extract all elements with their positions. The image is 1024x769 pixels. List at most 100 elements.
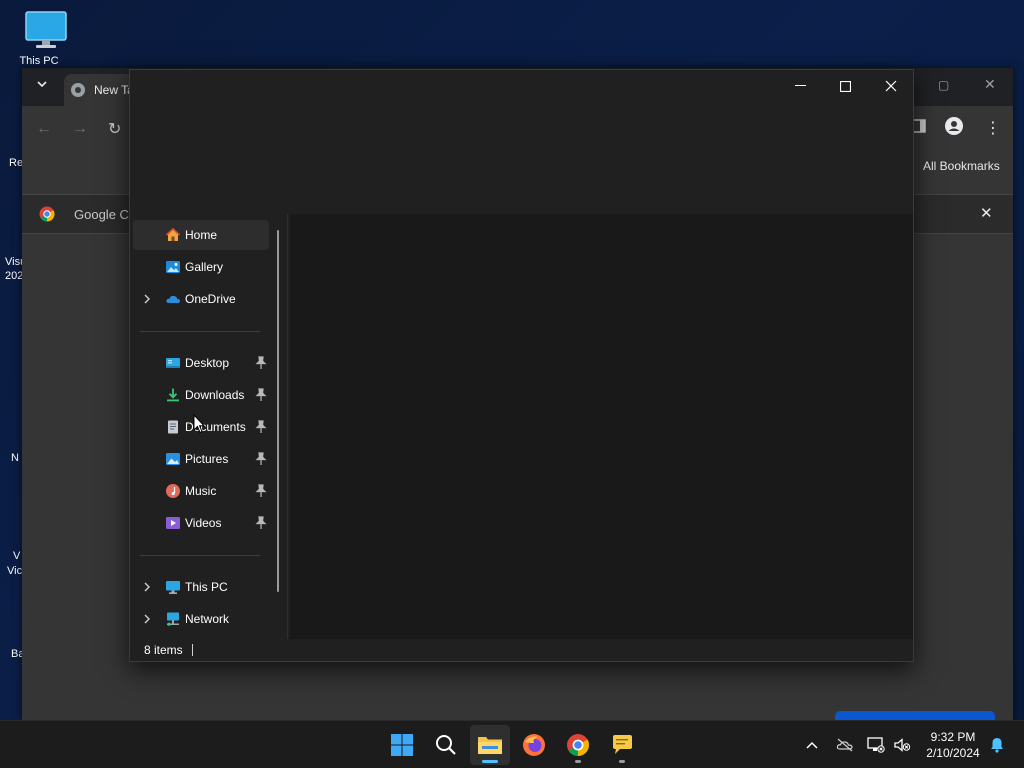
chrome-logo-icon xyxy=(39,206,55,222)
running-indicator xyxy=(482,760,498,763)
running-indicator xyxy=(619,760,625,763)
forward-arrow-icon[interactable]: → xyxy=(72,120,88,138)
minimize-button[interactable] xyxy=(777,70,823,102)
pane-divider[interactable] xyxy=(287,214,288,641)
nav-separator xyxy=(140,331,260,332)
nav-item-label: Gallery xyxy=(185,260,224,274)
infobar-close-icon[interactable]: ✕ xyxy=(980,204,993,222)
side-panel-icon[interactable] xyxy=(912,119,926,138)
nav-item-home[interactable]: Home xyxy=(133,220,269,250)
status-separator xyxy=(192,644,193,656)
status-bar: 8 items xyxy=(130,639,913,661)
chevron-right-icon[interactable] xyxy=(142,292,152,306)
pin-icon[interactable] xyxy=(255,356,267,370)
nav-item-label: Pictures xyxy=(185,452,229,466)
nav-item-onedrive[interactable]: OneDrive xyxy=(133,284,269,314)
chrome-tab-title: New Ta xyxy=(94,83,134,97)
more-vertical-icon[interactable]: ⋮ xyxy=(985,118,1001,138)
desktop-partial-label: N xyxy=(11,452,19,464)
pin-icon[interactable] xyxy=(255,388,267,402)
show-hidden-icons-button[interactable] xyxy=(800,721,824,769)
nav-item-downloads[interactable]: Downloads xyxy=(133,380,269,410)
desktop-partial-label: Re xyxy=(9,157,24,169)
music-icon xyxy=(166,484,180,498)
download-icon xyxy=(167,388,179,402)
profile-icon[interactable] xyxy=(945,117,963,140)
back-arrow-icon[interactable]: ← xyxy=(36,120,52,138)
nav-item-gallery[interactable]: Gallery xyxy=(133,252,269,282)
nav-item-videos[interactable]: Videos xyxy=(133,508,269,538)
start-button[interactable] xyxy=(382,725,422,765)
system-clock[interactable]: 9:32 PM 2/10/2024 xyxy=(918,729,988,761)
explorer-titlebar xyxy=(130,70,913,102)
home-icon xyxy=(165,227,181,241)
onedrive-tray-button[interactable] xyxy=(832,721,858,769)
maximize-icon xyxy=(839,80,851,92)
desktop-partial-label: 202 xyxy=(5,270,24,282)
nav-item-label: Downloads xyxy=(185,388,245,402)
search-button[interactable] xyxy=(426,725,466,765)
infobar-text: Google Cl xyxy=(74,207,132,222)
nav-item-label: Desktop xyxy=(185,356,230,370)
nav-item-this-pc[interactable]: This PC xyxy=(133,572,269,602)
pin-icon[interactable] xyxy=(255,420,267,434)
taskbar-notes-app[interactable] xyxy=(602,725,642,765)
nav-item-label: OneDrive xyxy=(185,292,236,306)
chrome-close-icon[interactable]: ✕ xyxy=(984,76,996,93)
search-icon xyxy=(436,735,456,755)
taskbar-chrome[interactable] xyxy=(558,725,598,765)
taskbar: 9:32 PM 2/10/2024 xyxy=(0,720,1024,768)
nav-separator xyxy=(140,555,260,556)
volume-muted-icon xyxy=(894,738,911,752)
reload-icon[interactable]: ↻ xyxy=(108,119,121,139)
document-icon xyxy=(168,420,178,434)
chevron-right-icon[interactable] xyxy=(142,580,152,594)
desktop-folder-icon xyxy=(166,358,180,368)
taskbar-file-explorer[interactable] xyxy=(470,725,510,765)
desktop: This PC Re Visu 202 N V Vic Ba New Ta ▢ … xyxy=(0,0,1024,720)
desktop-icon-this-pc[interactable]: This PC xyxy=(4,10,74,67)
network-tray-button[interactable] xyxy=(864,721,888,769)
close-button[interactable] xyxy=(868,70,914,102)
notifications-button[interactable] xyxy=(986,721,1008,769)
videos-icon xyxy=(166,517,180,529)
chevron-up-icon xyxy=(806,741,818,749)
chrome-icon xyxy=(567,734,589,756)
mouse-cursor-icon xyxy=(193,414,205,434)
chrome-tab-favicon-icon xyxy=(71,83,85,97)
file-list-pane[interactable] xyxy=(290,214,913,641)
chrome-maximize-icon[interactable]: ▢ xyxy=(938,78,949,92)
clock-date: 2/10/2024 xyxy=(926,746,980,760)
monitor-icon xyxy=(24,11,67,48)
pin-icon[interactable] xyxy=(255,516,267,530)
pictures-icon xyxy=(166,453,180,465)
pin-icon[interactable] xyxy=(255,452,267,466)
nav-item-pictures[interactable]: Pictures xyxy=(133,444,269,474)
gallery-icon xyxy=(166,261,180,273)
maximize-button[interactable] xyxy=(822,70,868,102)
desktop-icon-label: This PC xyxy=(19,55,59,67)
nav-item-desktop[interactable]: Desktop xyxy=(133,348,269,378)
pin-icon[interactable] xyxy=(255,484,267,498)
file-explorer-window[interactable]: Home Gallery OneDrive Desktop Downloads … xyxy=(129,69,914,662)
sticky-note-icon xyxy=(613,735,632,754)
nav-item-label: Network xyxy=(185,612,230,626)
computer-icon xyxy=(166,581,180,594)
volume-tray-button[interactable] xyxy=(890,721,914,769)
nav-item-music[interactable]: Music xyxy=(133,476,269,506)
navigation-pane[interactable]: Home Gallery OneDrive Desktop Downloads … xyxy=(130,216,288,641)
taskbar-firefox[interactable] xyxy=(514,725,554,765)
tab-search-chevron-icon[interactable] xyxy=(36,78,48,93)
chevron-right-icon[interactable] xyxy=(142,612,152,626)
nav-item-label: Videos xyxy=(185,516,222,530)
folder-icon xyxy=(478,737,502,754)
cloud-offline-icon xyxy=(836,738,853,752)
nav-item-network[interactable]: Network xyxy=(133,604,269,634)
nav-item-label: Home xyxy=(185,228,218,242)
chrome-content-accent-bar xyxy=(835,711,995,720)
network-status-icon xyxy=(867,737,885,753)
network-icon xyxy=(167,612,179,626)
all-bookmarks-link[interactable]: All Bookmarks xyxy=(923,159,1000,173)
close-icon xyxy=(885,80,897,92)
navigation-scrollbar[interactable] xyxy=(277,230,279,592)
